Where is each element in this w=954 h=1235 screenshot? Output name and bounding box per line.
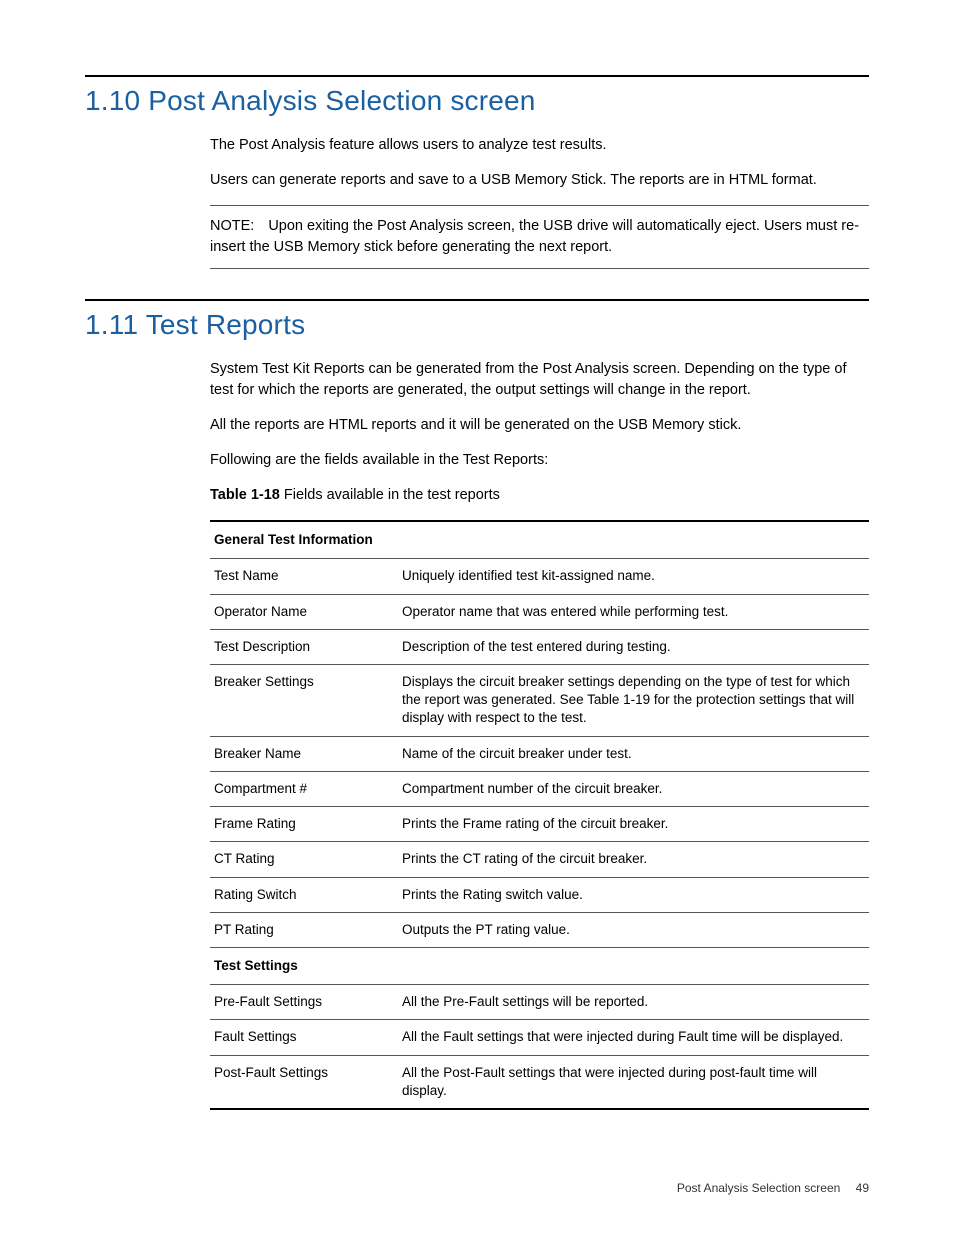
field-label: CT Rating [210,842,398,877]
section-rule [85,75,869,77]
field-label: Frame Rating [210,807,398,842]
field-label: PT Rating [210,912,398,947]
field-desc: Outputs the PT rating value. [398,912,869,947]
field-desc: Prints the Rating switch value. [398,877,869,912]
field-label: Rating Switch [210,877,398,912]
field-label: Test Description [210,629,398,664]
field-desc: Description of the test entered during t… [398,629,869,664]
section-heading-1-11: 1.11 Test Reports [85,309,869,341]
field-desc: Prints the Frame rating of the circuit b… [398,807,869,842]
table-section-header: General Test Information [210,521,869,559]
field-label: Post-Fault Settings [210,1055,398,1109]
table-row: Operator Name Operator name that was ent… [210,594,869,629]
document-page: 1.10 Post Analysis Selection screen The … [0,0,954,1235]
table-row: Post-Fault Settings All the Post-Fault s… [210,1055,869,1109]
paragraph: Following are the fields available in th… [210,450,869,471]
field-label: Fault Settings [210,1020,398,1055]
table-number: Table 1-18 [210,487,280,503]
table-row: Test Name Uniquely identified test kit-a… [210,559,869,594]
field-desc: All the Fault settings that were injecte… [398,1020,869,1055]
table-row: Pre-Fault Settings All the Pre-Fault set… [210,985,869,1020]
field-label: Operator Name [210,594,398,629]
table-row: Breaker Name Name of the circuit breaker… [210,736,869,771]
note-body: Upon exiting the Post Analysis screen, t… [210,218,859,255]
field-label: Breaker Name [210,736,398,771]
section-1-10-body: The Post Analysis feature allows users t… [210,135,869,269]
field-desc: Prints the CT rating of the circuit brea… [398,842,869,877]
field-label: Breaker Settings [210,665,398,737]
field-desc: All the Pre-Fault settings will be repor… [398,985,869,1020]
table-row: Breaker Settings Displays the circuit br… [210,665,869,737]
note-label: NOTE: [210,216,254,237]
footer-page-number: 49 [856,1181,869,1195]
table-row: Fault Settings All the Fault settings th… [210,1020,869,1055]
section-heading-1-10: 1.10 Post Analysis Selection screen [85,85,869,117]
table-section-header: Test Settings [210,947,869,984]
field-label: Test Name [210,559,398,594]
paragraph: All the reports are HTML reports and it … [210,415,869,436]
page-footer: Post Analysis Selection screen 49 [677,1181,869,1195]
note-text: NOTE:Upon exiting the Post Analysis scre… [210,216,869,258]
table-section-header-cell: Test Settings [210,947,869,984]
table-section-header-cell: General Test Information [210,521,869,559]
note-box: NOTE:Upon exiting the Post Analysis scre… [210,205,869,269]
field-desc: Operator name that was entered while per… [398,594,869,629]
table-row: Compartment # Compartment number of the … [210,771,869,806]
field-desc: Compartment number of the circuit breake… [398,771,869,806]
section-rule [85,299,869,301]
field-label: Pre-Fault Settings [210,985,398,1020]
field-desc: Displays the circuit breaker settings de… [398,665,869,737]
field-desc: Uniquely identified test kit-assigned na… [398,559,869,594]
paragraph: System Test Kit Reports can be generated… [210,359,869,401]
footer-title: Post Analysis Selection screen [677,1181,840,1195]
table-caption-text: Fields available in the test reports [280,487,500,503]
field-desc: All the Post-Fault settings that were in… [398,1055,869,1109]
table-row: PT Rating Outputs the PT rating value. [210,912,869,947]
fields-table: General Test Information Test Name Uniqu… [210,520,869,1110]
paragraph: Users can generate reports and save to a… [210,170,869,191]
section-1-11-body: System Test Kit Reports can be generated… [210,359,869,1110]
table-row: Frame Rating Prints the Frame rating of … [210,807,869,842]
field-label: Compartment # [210,771,398,806]
table-caption: Table 1-18 Fields available in the test … [210,485,869,506]
table-row: Rating Switch Prints the Rating switch v… [210,877,869,912]
paragraph: The Post Analysis feature allows users t… [210,135,869,156]
field-desc: Name of the circuit breaker under test. [398,736,869,771]
table-row: Test Description Description of the test… [210,629,869,664]
table-row: CT Rating Prints the CT rating of the ci… [210,842,869,877]
